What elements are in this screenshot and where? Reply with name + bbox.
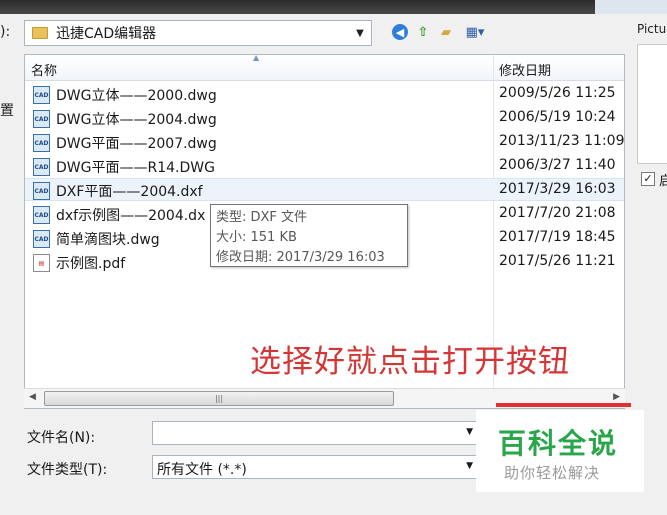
file-date: 2017/3/29 16:03 bbox=[499, 181, 616, 197]
cad-file-icon: CAD bbox=[33, 134, 50, 152]
column-header-name[interactable]: 名称 bbox=[31, 60, 57, 79]
preview-checkbox[interactable]: ✓ bbox=[641, 172, 655, 186]
file-row[interactable]: CAD DWG平面——2007.dwg 2013/11/23 11:09 bbox=[25, 131, 625, 154]
file-date: 2013/11/23 11:09 bbox=[499, 133, 625, 149]
cad-file-icon: CAD bbox=[33, 158, 50, 176]
filename-input[interactable]: ▼ bbox=[152, 421, 478, 445]
filetype-select[interactable]: 所有文件 (*.*) ▼ bbox=[152, 455, 478, 479]
file-name: DXF平面——2004.dxf bbox=[56, 184, 203, 200]
view-menu-button[interactable]: ▦▾ bbox=[460, 22, 490, 42]
highlight-marker bbox=[496, 403, 631, 407]
look-in-dropdown[interactable]: 迅捷CAD编辑器 ▼ bbox=[24, 20, 372, 46]
tooltip-modified: 修改日期: 2017/3/29 16:03 bbox=[216, 250, 385, 265]
file-row[interactable]: CAD DWG立体——2000.dwg 2009/5/26 11:25 bbox=[25, 83, 624, 106]
file-name: DWG立体——2000.dwg bbox=[56, 88, 217, 104]
file-date: 2017/5/26 11:21 bbox=[499, 253, 616, 269]
instruction-annotation: 选择好就点击打开按钮 bbox=[250, 344, 570, 380]
scroll-left-icon[interactable]: ◀ bbox=[29, 392, 36, 402]
cad-file-icon: CAD bbox=[33, 86, 50, 104]
chevron-down-icon[interactable]: ▼ bbox=[466, 427, 473, 437]
sidebar-label-fragment: 置 bbox=[0, 103, 14, 119]
folder-icon bbox=[32, 27, 48, 39]
cad-file-icon: CAD bbox=[33, 206, 50, 224]
list-header: ▲ 名称 修改日期 bbox=[25, 54, 624, 81]
back-button[interactable]: ◀ bbox=[390, 22, 410, 42]
file-name: DWG平面——R14.DWG bbox=[56, 160, 215, 176]
column-header-date[interactable]: 修改日期 bbox=[499, 60, 551, 79]
watermark-title: 百科全说 bbox=[498, 427, 619, 460]
filetype-value: 所有文件 (*.*) bbox=[157, 462, 247, 478]
file-name: dxf示例图——2004.dx bbox=[56, 208, 206, 224]
preview-checkbox-label: 启 bbox=[659, 174, 667, 189]
chevron-down-icon[interactable]: ▼ bbox=[466, 461, 473, 471]
tooltip-size: 大小: 151 KB bbox=[216, 230, 297, 245]
file-row[interactable]: CAD DWG平面——R14.DWG 2006/3/27 11:40 bbox=[25, 155, 624, 178]
file-row[interactable]: CAD DWG立体——2004.dwg 2006/5/19 10:24 bbox=[25, 107, 624, 130]
watermark-subtitle: 助你轻松解决 bbox=[504, 464, 601, 482]
cad-file-icon: CAD bbox=[33, 230, 50, 248]
chevron-down-icon[interactable]: ▼ bbox=[349, 28, 371, 39]
file-info-tooltip: 类型: DXF 文件 大小: 151 KB 修改日期: 2017/3/29 16… bbox=[210, 204, 408, 267]
cad-file-icon: CAD bbox=[33, 182, 50, 200]
up-folder-icon: ⇧ bbox=[417, 24, 429, 40]
file-date: 2017/7/20 21:08 bbox=[499, 205, 616, 221]
scroll-right-icon[interactable]: ▶ bbox=[613, 392, 620, 402]
filetype-label: 文件类型(T): bbox=[27, 462, 108, 478]
pdf-file-icon: ▤ bbox=[33, 254, 50, 272]
filename-label: 文件名(N): bbox=[27, 430, 96, 446]
look-in-label-fragment: ): bbox=[0, 24, 11, 40]
preview-label: Pictur bbox=[637, 22, 667, 36]
cad-file-icon: CAD bbox=[33, 110, 50, 128]
new-folder-icon: ▰ bbox=[441, 24, 451, 40]
file-name: DWG平面——2007.dwg bbox=[56, 136, 217, 152]
view-menu-icon: ▦▾ bbox=[465, 24, 485, 40]
up-folder-button[interactable]: ⇧ bbox=[413, 22, 433, 42]
title-bar bbox=[0, 0, 667, 14]
file-row-selected[interactable]: CAD DXF平面——2004.dxf 2017/3/29 16:03 bbox=[25, 178, 624, 201]
look-in-value: 迅捷CAD编辑器 bbox=[56, 26, 157, 42]
preview-pane bbox=[637, 44, 667, 164]
file-date: 2006/3/27 11:40 bbox=[499, 157, 616, 173]
scrollbar-thumb[interactable]: ||| bbox=[44, 391, 394, 406]
file-date: 2009/5/26 11:25 bbox=[499, 85, 616, 101]
file-date: 2017/7/19 18:45 bbox=[499, 229, 616, 245]
watermark-logo: 百科全说 助你轻松解决 bbox=[476, 410, 644, 492]
sort-arrow-icon: ▲ bbox=[253, 54, 260, 62]
file-name: 简单滴图块.dwg bbox=[56, 232, 160, 248]
file-date: 2006/5/19 10:24 bbox=[499, 109, 616, 125]
new-folder-button[interactable]: ▰ bbox=[436, 22, 456, 42]
title-bar-highlight bbox=[595, 0, 667, 14]
file-name: 示例图.pdf bbox=[56, 256, 126, 272]
file-name: DWG立体——2004.dwg bbox=[56, 112, 217, 128]
back-arrow-icon: ◀ bbox=[392, 24, 408, 40]
tooltip-type: 类型: DXF 文件 bbox=[216, 210, 308, 225]
